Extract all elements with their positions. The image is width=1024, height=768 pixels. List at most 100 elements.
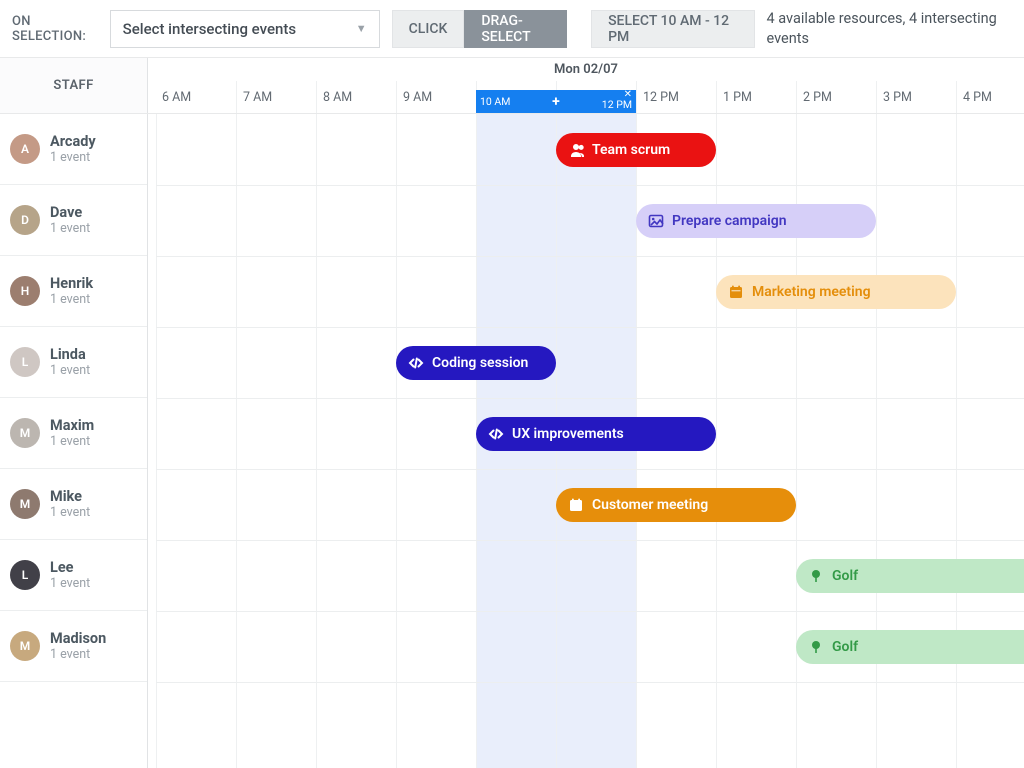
resource-name: Madison [50,630,106,647]
avatar: M [10,631,40,661]
event-label: Coding session [432,355,528,371]
grid-horizontal-line [156,682,1024,683]
resource-info: Mike1 event [50,488,90,520]
select-range-button[interactable]: SELECT 10 AM - 12 PM [591,10,754,48]
resource-row[interactable]: M Madison1 event [0,611,147,682]
resource-info: Dave1 event [50,204,90,236]
grid-vertical-line [316,114,317,768]
resource-meta: 1 event [50,576,90,591]
time-slot-header: 8 AM [316,81,396,113]
event[interactable]: Marketing meeting [716,275,956,309]
event[interactable]: Customer meeting [556,488,796,522]
toolbar: ON SELECTION: Select intersecting events… [0,0,1024,58]
resource-info: Maxim1 event [50,417,94,449]
event-label: Golf [832,639,858,655]
event-action-combo[interactable]: Select intersecting events ▼ [110,10,380,48]
event-label: Team scrum [592,142,670,158]
image-icon [648,213,664,229]
event[interactable]: UX improvements [476,417,716,451]
time-slot-header: 12 PM [636,81,716,113]
grid-horizontal-line [156,185,1024,186]
resource-meta: 1 event [50,221,90,236]
grid-vertical-line [956,114,957,768]
avatar: L [10,560,40,590]
resource-row[interactable]: D Dave1 event [0,185,147,256]
grid-vertical-line [876,114,877,768]
tree-icon [808,639,824,655]
scheduler-header: STAFF Mon 02/07 6 AM7 AM8 AM9 AM10 AM11 … [0,58,1024,114]
grid-horizontal-line [156,398,1024,399]
resource-name: Dave [50,204,90,221]
time-slot-header: 2 PM [796,81,876,113]
resource-info: Henrik1 event [50,275,93,307]
resource-meta: 1 event [50,434,94,449]
grid-vertical-line [236,114,237,768]
resource-info: Linda1 event [50,346,90,378]
event-label: Golf [832,568,858,584]
avatar: M [10,489,40,519]
chevron-down-icon: ▼ [356,22,367,35]
selection-end-label: 12 PM [602,98,632,111]
resource-name: Lee [50,559,90,576]
selection-mode-group: CLICK DRAG-SELECT [392,10,567,48]
time-slot-header: 6 AM [156,81,236,113]
event[interactable]: Coding session [396,346,556,380]
resource-name: Maxim [50,417,94,434]
mode-click-button[interactable]: CLICK [392,10,465,48]
event-action-combo-text: Select intersecting events [123,20,296,38]
event-label: Prepare campaign [672,213,787,229]
resource-row[interactable]: A Arcady1 event [0,114,147,185]
calendar-icon [728,284,744,300]
resources-column: AArcady1 eventDDave1 eventHHenrik1 event… [0,114,148,768]
calendar-icon [568,497,584,513]
resource-info: Arcady1 event [50,133,96,165]
staff-column-header: STAFF [0,58,148,113]
time-slot-header: 7 AM [236,81,316,113]
resource-row[interactable]: M Mike1 event [0,469,147,540]
date-header: Mon 02/07 [148,58,1024,82]
plus-icon[interactable]: + [552,94,560,110]
time-slot-header: 4 PM [956,81,1024,113]
time-selection-header[interactable]: 10 AM + ✕ 12 PM [476,90,636,113]
resource-name: Linda [50,346,90,363]
resource-name: Arcady [50,133,96,150]
resource-meta: 1 event [50,505,90,520]
time-slot-header: 3 PM [876,81,956,113]
event[interactable]: Prepare campaign [636,204,876,238]
scheduler-body: AArcady1 eventDDave1 eventHHenrik1 event… [0,114,1024,768]
time-slot-header: 1 PM [716,81,796,113]
resource-name: Mike [50,488,90,505]
selection-mode-label: ON SELECTION: [12,14,98,44]
resource-row[interactable]: HHenrik1 event [0,256,147,327]
resource-row[interactable]: L Lee1 event [0,540,147,611]
avatar: A [10,134,40,164]
resource-meta: 1 event [50,363,90,378]
resource-info: Lee1 event [50,559,90,591]
event[interactable]: Golf [796,630,1024,664]
resource-meta: 1 event [50,150,96,165]
tree-icon [808,568,824,584]
timeline-grid[interactable]: Team scrum Prepare campaign Marketing meet… [156,114,1024,768]
time-slot-header: 9 AM [396,81,476,113]
grid-horizontal-line [156,327,1024,328]
selection-start-label: 10 AM [480,95,510,108]
scheduler: STAFF Mon 02/07 6 AM7 AM8 AM9 AM10 AM11 … [0,58,1024,768]
code-icon [488,426,504,442]
avatar: D [10,205,40,235]
avatar: L [10,347,40,377]
resource-row[interactable]: L Linda1 event [0,327,147,398]
users-icon [568,142,584,158]
resource-info: Madison1 event [50,630,106,662]
event[interactable]: Team scrum [556,133,716,167]
resource-name: Henrik [50,275,93,292]
avatar: M [10,418,40,448]
grid-horizontal-line [156,540,1024,541]
mode-drag-select-button[interactable]: DRAG-SELECT [464,10,567,48]
grid-horizontal-line [156,256,1024,257]
resource-row[interactable]: M Maxim1 event [0,398,147,469]
event[interactable]: Golf [796,559,1024,593]
grid-horizontal-line [156,469,1024,470]
event-label: Customer meeting [592,497,708,513]
event-label: UX improvements [512,426,624,442]
event-label: Marketing meeting [752,284,871,300]
